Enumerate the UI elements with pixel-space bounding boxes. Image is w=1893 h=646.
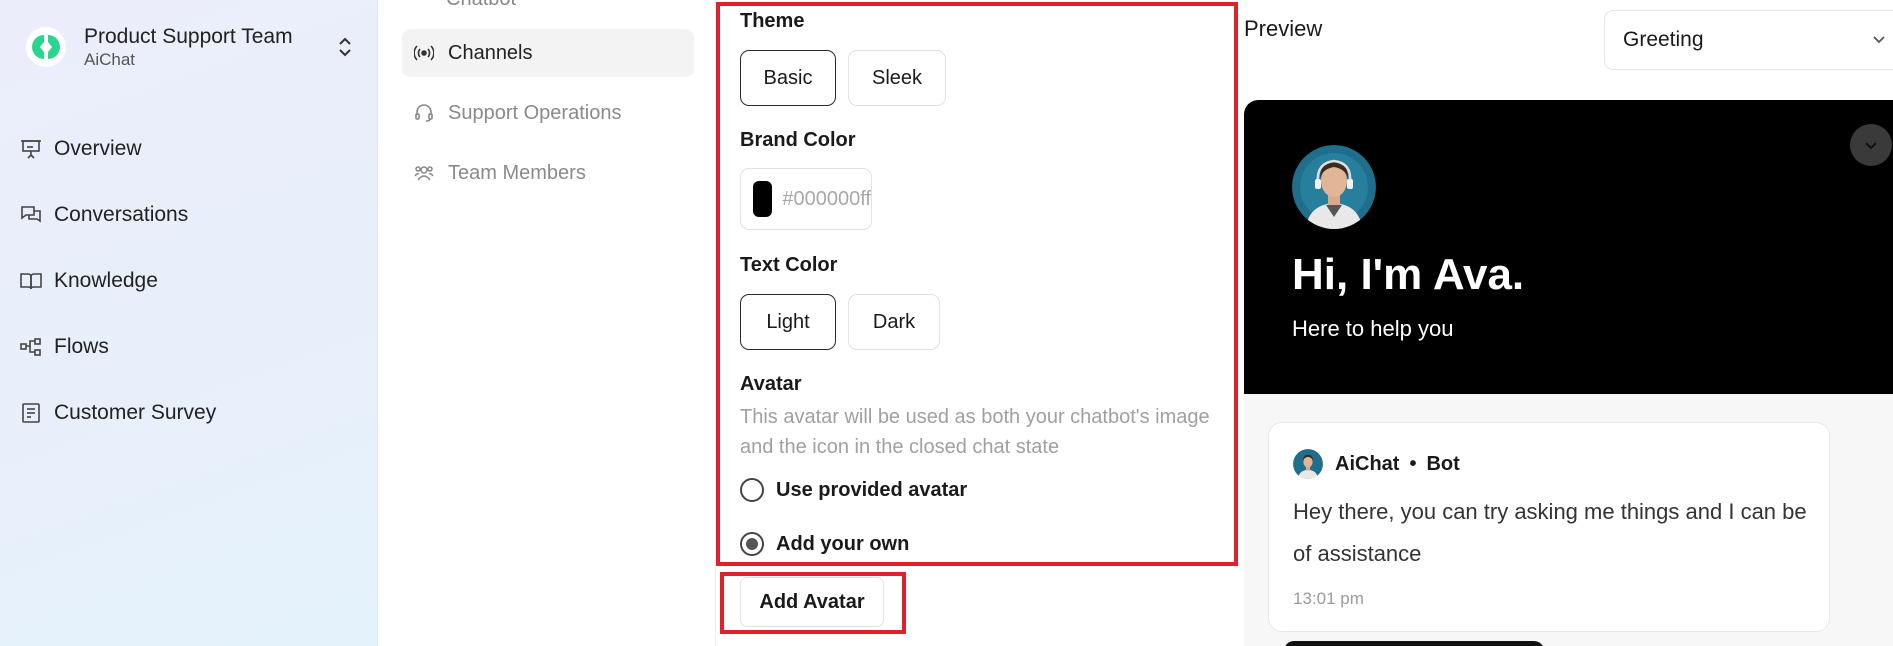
- text-color-dark-button[interactable]: Dark: [848, 294, 940, 350]
- sidebar-item-flows[interactable]: Flows: [18, 314, 358, 380]
- book-open-icon: [18, 268, 44, 294]
- preview-mode-value: Greeting: [1623, 28, 1704, 51]
- presentation-icon: [18, 136, 44, 162]
- radio-add-your-own[interactable]: Add your own: [740, 532, 909, 556]
- greeting-subheading: Here to help you: [1292, 316, 1454, 341]
- theme-basic-button[interactable]: Basic: [740, 50, 836, 106]
- preview-title: Preview: [1244, 16, 1323, 41]
- radio-circle-checked[interactable]: [740, 532, 764, 556]
- widget-header: Hi, I'm Ava. Here to help you: [1244, 100, 1893, 394]
- avatar-description: This avatar will be used as both your ch…: [740, 406, 1210, 458]
- team-switcher[interactable]: Product Support Team AiChat: [26, 22, 356, 72]
- sidebar-item-label: Conversations: [54, 203, 189, 226]
- message-time: 13:01 pm: [1293, 589, 1364, 608]
- flow-nodes-icon: [18, 334, 44, 360]
- radio-use-provided-avatar[interactable]: Use provided avatar: [740, 478, 967, 502]
- survey-doc-icon: [18, 400, 44, 426]
- greeting-heading: Hi, I'm Ava.: [1292, 250, 1525, 299]
- main-sidebar: Product Support Team AiChat Overview Con…: [0, 0, 378, 646]
- brand-color-value: #000000ff: [782, 187, 871, 210]
- subnav-item-label: Support Operations: [448, 101, 622, 124]
- collapse-chevron-icon[interactable]: [1850, 124, 1892, 166]
- chevron-up-down-icon[interactable]: [334, 32, 356, 62]
- theme-label: Theme: [740, 10, 805, 32]
- team-name: Product Support Team: [84, 25, 293, 48]
- sidebar-item-label: Overview: [54, 137, 142, 160]
- broadcast-icon: [414, 43, 434, 63]
- users-icon: [414, 163, 434, 183]
- brand-color-swatch[interactable]: [753, 181, 773, 217]
- chat-bubbles-icon: [18, 202, 44, 228]
- team-product: AiChat: [84, 50, 136, 69]
- chat-preview: Preview Greeting Hi, I'm Ava. Here to he…: [1240, 0, 1893, 646]
- message-role: Bot: [1426, 452, 1460, 475]
- radio-circle-unchecked[interactable]: [740, 478, 764, 502]
- subnav-item-support-operations[interactable]: Support Operations: [402, 89, 694, 137]
- bot-avatar-small: [1293, 449, 1323, 479]
- theme-sleek-button[interactable]: Sleek: [848, 50, 946, 106]
- settings-subnav: Chatbot Channels Support Operations Team…: [378, 0, 716, 646]
- subnav-item-channels[interactable]: Channels: [402, 29, 694, 77]
- add-avatar-button[interactable]: Add Avatar: [740, 577, 884, 627]
- subnav-item-chatbot[interactable]: Chatbot: [446, 0, 516, 11]
- sidebar-item-label: Customer Survey: [54, 401, 217, 424]
- sidebar-item-customer-survey[interactable]: Customer Survey: [18, 380, 358, 446]
- avatar-label: Avatar: [740, 373, 802, 395]
- widget-bottom-element: [1284, 641, 1544, 646]
- subnav-item-label: Channels: [448, 41, 533, 64]
- brand-color-input[interactable]: #000000ff: [740, 168, 872, 230]
- chat-widget-preview: Hi, I'm Ava. Here to help you AiChat • B…: [1244, 100, 1893, 646]
- text-color-light-button[interactable]: Light: [740, 294, 836, 350]
- sidebar-item-overview[interactable]: Overview: [18, 116, 358, 182]
- radio-label: Add your own: [776, 532, 910, 555]
- aichat-logo-icon: [26, 27, 66, 67]
- separator-dot: •: [1409, 452, 1417, 475]
- sidebar-item-knowledge[interactable]: Knowledge: [18, 248, 358, 314]
- message-sender: AiChat: [1335, 452, 1400, 475]
- preview-mode-select[interactable]: Greeting: [1604, 10, 1893, 70]
- sidebar-item-conversations[interactable]: Conversations: [18, 182, 358, 248]
- message-text: Hey there, you can try asking me things …: [1293, 499, 1807, 566]
- sidebar-item-label: Knowledge: [54, 269, 158, 292]
- sidebar-item-label: Flows: [54, 335, 109, 358]
- chevron-down-icon: [1871, 31, 1887, 52]
- radio-label: Use provided avatar: [776, 478, 968, 501]
- bot-avatar-image: [1292, 145, 1376, 229]
- appearance-settings-panel: Theme Basic Sleek Brand Color #000000ff …: [716, 0, 1240, 646]
- brand-color-label: Brand Color: [740, 129, 856, 151]
- main-nav: Overview Conversations Knowledge Flows C…: [18, 116, 358, 446]
- subnav-item-label: Team Members: [448, 161, 586, 184]
- subnav-item-team-members[interactable]: Team Members: [402, 149, 694, 197]
- bot-message-card: AiChat • Bot Hey there, you can try aski…: [1268, 422, 1830, 632]
- headset-icon: [414, 103, 434, 123]
- message-header: AiChat • Bot: [1293, 449, 1460, 479]
- text-color-label: Text Color: [740, 254, 838, 276]
